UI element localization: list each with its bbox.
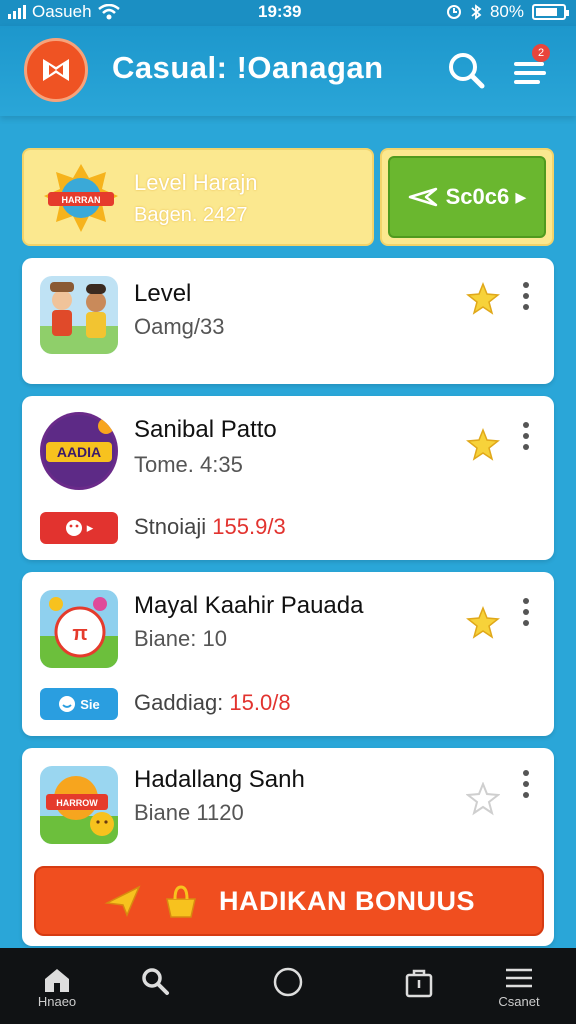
nav-home-label: Hnaeo bbox=[37, 994, 77, 1009]
nav-home-circle[interactable] bbox=[253, 966, 323, 1018]
game-art-icon: HARROW bbox=[40, 776, 118, 844]
gift-bag-icon bbox=[166, 885, 196, 918]
stat-row: Gaddiag: 15.0/8 bbox=[134, 690, 291, 716]
game-subtitle: Biane: 10 bbox=[134, 626, 227, 651]
more-options-button[interactable] bbox=[520, 282, 532, 310]
star-outline-icon bbox=[465, 781, 501, 816]
clock: 19:39 bbox=[258, 2, 302, 21]
stat-value: 155.9/3 bbox=[212, 514, 286, 539]
stat-label: Stnoiaji bbox=[134, 514, 213, 539]
smile-icon bbox=[59, 696, 76, 712]
level-badge: HARRAN bbox=[40, 162, 122, 236]
nav-menu-label: Csanet bbox=[498, 994, 540, 1009]
game-subtitle: Biane 1120 bbox=[134, 800, 244, 825]
favorite-star-button[interactable] bbox=[466, 427, 500, 462]
game-subtitle: Tome. 4:35 bbox=[134, 452, 243, 477]
nav-home[interactable]: Hnaeo bbox=[22, 966, 92, 1018]
banner-title: Level Harajn bbox=[134, 170, 258, 195]
banner-button-frame: Sc0c6 ▸ bbox=[380, 148, 554, 246]
trophy-badge-icon: HARRAN bbox=[44, 164, 118, 232]
stat-badge: ▸ bbox=[40, 512, 118, 544]
search-icon bbox=[142, 968, 169, 995]
status-bar: Oasueh 19:39 80% bbox=[0, 0, 576, 26]
nav-bag[interactable] bbox=[384, 966, 454, 1018]
thumb-text: HARROW bbox=[56, 798, 98, 808]
badge-text: HARRAN bbox=[62, 195, 101, 205]
face-icon bbox=[65, 520, 82, 536]
notification-badge: 2 bbox=[532, 44, 550, 62]
game-title: Level bbox=[134, 280, 192, 307]
game-thumbnail bbox=[40, 276, 118, 354]
stat-row: Stnoiaji 155.9/3 bbox=[134, 514, 286, 540]
score-button-label: Sc0c6 ▸ bbox=[445, 184, 527, 209]
bonus-button[interactable]: HADIKAN BONUUS bbox=[34, 866, 544, 936]
game-subtitle: Oamg/33 bbox=[134, 314, 225, 339]
plane-icon bbox=[104, 885, 141, 917]
banner-subtitle: Bagen. 2427 bbox=[134, 204, 248, 226]
game-title: Hadallang Sanh bbox=[134, 766, 305, 793]
search-button[interactable] bbox=[446, 50, 486, 90]
svg-text:π: π bbox=[72, 623, 87, 645]
star-filled-icon bbox=[466, 427, 500, 461]
wifi-icon bbox=[97, 4, 120, 20]
game-card[interactable]: π Mayal Kaahir Pauada Biane: 10 Sie Gadd… bbox=[22, 572, 554, 736]
star-filled-icon bbox=[466, 281, 500, 315]
favorite-star-button[interactable] bbox=[466, 281, 500, 316]
score-button[interactable]: Sc0c6 ▸ bbox=[388, 156, 546, 238]
circle-icon bbox=[273, 967, 303, 997]
battery-percent: 80% bbox=[489, 2, 524, 21]
game-title: Sanibal Patto bbox=[134, 416, 277, 443]
game-title: Mayal Kaahir Pauada bbox=[134, 592, 364, 619]
stat-badge-text: ▸ bbox=[86, 520, 94, 535]
signal-icon bbox=[8, 5, 26, 19]
nav-search[interactable] bbox=[120, 966, 190, 1018]
home-icon bbox=[45, 969, 69, 992]
favorite-star-button[interactable] bbox=[465, 781, 501, 816]
game-art-icon: π bbox=[40, 597, 118, 668]
alarm-icon bbox=[446, 5, 461, 19]
carrier-label: Oasueh bbox=[32, 2, 92, 21]
game-thumbnail: AADIA bbox=[40, 412, 118, 490]
level-banner[interactable]: HARRAN Level Harajn Bagen. 2427 bbox=[22, 148, 374, 246]
bag-icon bbox=[405, 969, 433, 998]
status-left: Oasueh bbox=[8, 2, 120, 22]
characters-icon bbox=[40, 282, 118, 354]
bonus-button-label: HADIKAN BONUUS bbox=[219, 885, 475, 916]
bottom-navigation: Hnaeo Csanet bbox=[0, 948, 576, 1024]
status-right: 80% bbox=[446, 2, 569, 22]
logo-icon bbox=[43, 59, 69, 81]
game-card[interactable]: Level Oamg/33 bbox=[22, 258, 554, 384]
thumb-text: AADIA bbox=[57, 444, 101, 460]
favorite-star-button[interactable] bbox=[466, 605, 500, 640]
game-thumbnail: π bbox=[40, 590, 118, 668]
search-icon bbox=[449, 53, 485, 89]
more-options-button[interactable] bbox=[520, 770, 532, 798]
more-options-button[interactable] bbox=[520, 598, 532, 626]
stat-value: 15.0/8 bbox=[229, 690, 291, 715]
battery-icon bbox=[532, 4, 569, 20]
stat-label: Gaddiag: bbox=[134, 690, 230, 715]
plane-icon bbox=[408, 187, 437, 207]
menu-button[interactable]: 2 bbox=[510, 44, 550, 90]
stat-badge-text: Sie bbox=[80, 696, 100, 712]
app-header: Casual: !Oanagan 2 bbox=[0, 26, 576, 116]
stat-badge: Sie bbox=[40, 688, 118, 720]
more-options-button[interactable] bbox=[520, 422, 532, 450]
nav-menu[interactable]: Csanet bbox=[484, 966, 554, 1018]
menu-icon bbox=[506, 968, 532, 988]
bluetooth-icon bbox=[471, 4, 482, 20]
app-logo[interactable] bbox=[24, 38, 88, 102]
star-filled-icon bbox=[466, 605, 500, 639]
app-title: Casual: !Oanagan bbox=[112, 50, 384, 85]
game-logo-icon: AADIA bbox=[43, 415, 115, 487]
game-card[interactable]: AADIA Sanibal Patto Tome. 4:35 ▸ Stnoiaj… bbox=[22, 396, 554, 560]
game-thumbnail: HARROW bbox=[40, 766, 118, 844]
